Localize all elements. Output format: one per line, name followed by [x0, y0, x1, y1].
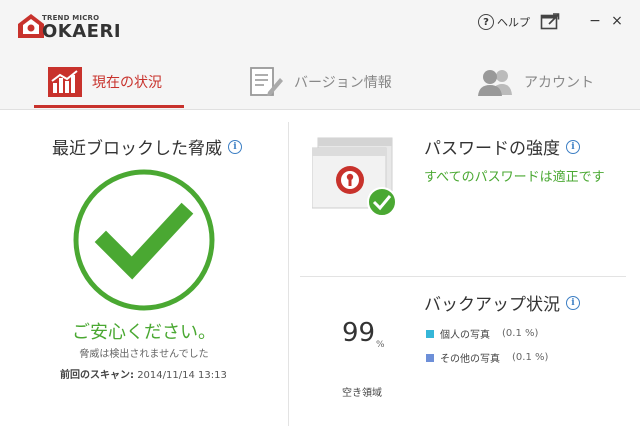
help-button[interactable]: ? ヘルプ — [478, 12, 530, 32]
free-space-label: 空き領域 — [342, 388, 382, 399]
info-icon[interactable]: i — [566, 139, 580, 154]
tab-current-status[interactable]: 現在の状況 — [48, 64, 162, 100]
threats-title-text: 最近ブロックした脅威 — [52, 139, 222, 159]
threats-title: 最近ブロックした脅威 i — [52, 134, 242, 159]
percent-unit: % — [376, 340, 385, 350]
info-icon[interactable]: i — [228, 139, 242, 154]
backup-status-title: バックアップ状況 i — [424, 290, 580, 315]
question-icon: ? — [478, 14, 494, 30]
help-label: ヘルプ — [497, 16, 530, 29]
legend-swatch — [426, 353, 434, 362]
active-tab-indicator — [34, 105, 184, 108]
tab-label: 現在の状況 — [92, 75, 162, 91]
tab-account[interactable]: アカウント — [476, 64, 594, 100]
tab-bar: 現在の状況 バージョン情報 アカウント — [0, 50, 640, 110]
tab-label: アカウント — [524, 75, 594, 91]
bar-chart-icon — [48, 67, 82, 97]
users-icon — [478, 70, 512, 96]
last-scan: 前回のスキャン: 2014/11/14 13:13 — [60, 366, 227, 381]
info-icon[interactable]: i — [566, 295, 580, 310]
password-status-text: すべてのパスワードは適正です — [424, 170, 605, 185]
password-strength-title: パスワードの強度 i — [424, 134, 580, 159]
backup-item: 個人の写真 (0.1 %) — [426, 326, 538, 341]
horizontal-divider — [300, 276, 626, 277]
backup-status-title-text: バックアップ状況 — [424, 295, 560, 315]
backup-item-label: その他の写真 — [440, 354, 500, 365]
backup-item: その他の写真 (0.1 %) — [426, 350, 548, 365]
legend-swatch — [426, 329, 434, 338]
last-scan-label: 前回のスキャン: — [60, 370, 134, 381]
no-threats-text: 脅威は検出されませんでした — [79, 349, 209, 360]
external-window-icon[interactable] — [540, 12, 560, 30]
close-button[interactable]: × — [610, 12, 624, 30]
backup-item-label: 個人の写真 — [440, 330, 490, 341]
last-scan-value: 2014/11/14 13:13 — [137, 370, 227, 381]
document-edit-icon — [250, 67, 283, 96]
password-strength-title-text: パスワードの強度 — [424, 139, 560, 159]
brand-name: OKAERI — [42, 21, 122, 42]
title-bar: TREND MICRO OKAERI ? ヘルプ − × — [0, 0, 640, 50]
tab-version-info[interactable]: バージョン情報 — [248, 64, 392, 100]
safe-status-text: ご安心ください。 — [72, 322, 216, 343]
backup-item-value: (0.1 %) — [512, 352, 549, 363]
backup-item-value: (0.1 %) — [502, 328, 539, 339]
tab-label: バージョン情報 — [294, 75, 392, 91]
vertical-divider — [288, 122, 289, 426]
minimize-button[interactable]: − — [588, 12, 602, 30]
password-manager-icon — [312, 137, 397, 217]
free-space-percent: 99 — [342, 318, 376, 348]
checkmark-circle-icon — [73, 169, 215, 311]
